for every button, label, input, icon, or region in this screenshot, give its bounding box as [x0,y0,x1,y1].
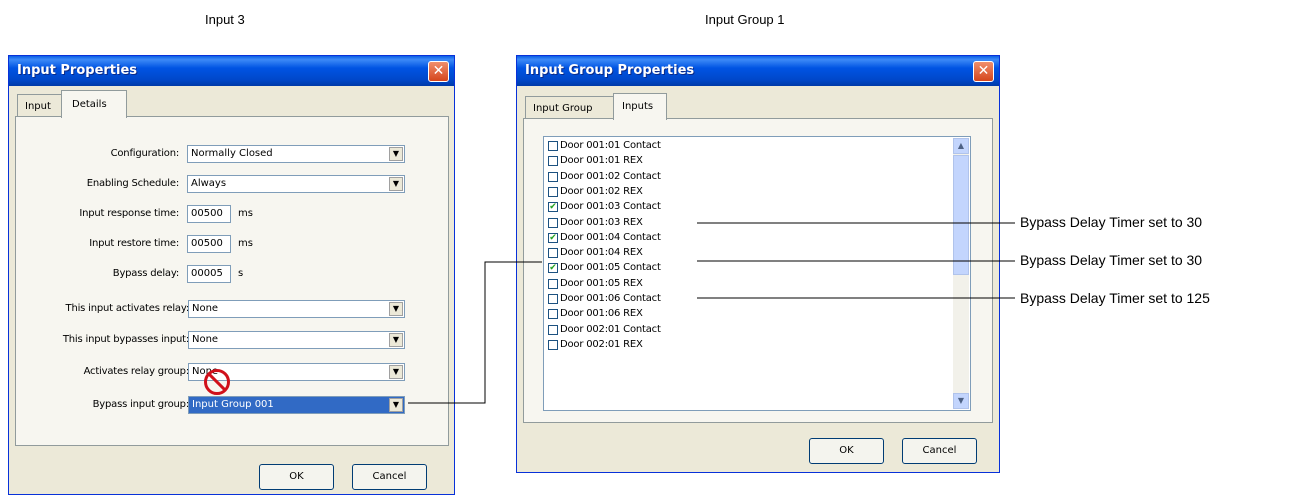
checkbox-checked-icon[interactable]: ✔ [548,232,558,243]
checkbox-icon[interactable] [548,278,558,289]
annotation-door-04: Bypass Delay Timer set to 30 [1020,252,1203,268]
list-item-label: Door 001:03 Contact [560,201,661,213]
list-item-label: Door 001:04 Contact [560,231,661,243]
list-item-label: Door 001:05 REX [560,277,643,289]
checkbox-icon[interactable] [548,309,558,320]
list-item-label: Door 001:02 REX [560,185,643,197]
chevron-down-icon[interactable]: ▼ [389,333,403,347]
configuration-label: Configuration: [110,148,180,159]
input-response-time-field[interactable]: 00500 [187,205,231,223]
bypass-delay-field[interactable]: 00005 [187,265,231,283]
ok-button[interactable]: OK [259,464,334,490]
list-item-label: Door 001:03 REX [560,216,643,228]
caption-input-group-1: Input Group 1 [705,12,785,27]
scroll-down-icon[interactable]: ▼ [953,393,969,409]
cancel-button[interactable]: Cancel [902,438,977,464]
scroll-up-icon[interactable]: ▲ [953,138,969,154]
bypass-delay-unit: s [238,268,244,279]
checkbox-checked-icon[interactable]: ✔ [548,263,558,274]
input-restore-time-label: Input restore time: [89,238,179,249]
checkbox-icon[interactable] [548,171,558,182]
ok-button[interactable]: OK [809,438,884,464]
title-bar[interactable]: Input Properties ✕ [9,56,454,86]
cancel-button[interactable]: Cancel [352,464,427,490]
checkbox-checked-icon[interactable]: ✔ [548,202,558,213]
vertical-scrollbar[interactable]: ▲ ▼ [953,138,969,409]
checkbox-icon[interactable] [548,294,558,304]
restore-time-unit: ms [238,238,253,249]
bypasses-input-label: This input bypasses input: [62,334,189,345]
enabling-schedule-label: Enabling Schedule: [86,178,179,189]
checkbox-icon[interactable] [548,324,558,335]
prohibited-icon [204,369,230,395]
activates-relay-label: This input activates relay: [65,303,190,314]
annotation-door-05: Bypass Delay Timer set to 125 [1020,290,1210,306]
activates-relay-select[interactable]: None ▼ [188,300,405,318]
checkbox-icon[interactable] [548,339,558,350]
chevron-down-icon[interactable]: ▼ [389,398,403,412]
input-restore-time-field[interactable]: 00500 [187,235,231,253]
chevron-down-icon[interactable]: ▼ [389,365,403,379]
list-item-label: Door 002:01 REX [560,338,643,350]
list-item-label: Door 001:01 Contact [560,140,661,151]
bypass-input-group-select[interactable]: Input Group 001 ▼ [188,396,405,414]
checkbox-icon[interactable] [548,217,558,228]
list-item-label: Door 001:06 REX [560,308,643,320]
list-item-label: Door 002:01 Contact [560,323,661,335]
input-response-time-label: Input response time: [79,208,179,219]
list-item-label: Door 001:01 REX [560,155,643,167]
tab-input[interactable]: Input [17,94,63,117]
close-icon[interactable]: ✕ [428,61,449,82]
checkbox-icon[interactable] [548,186,558,197]
chevron-down-icon[interactable]: ▼ [389,177,403,191]
bypass-input-group-label: Bypass input group: [92,399,190,410]
inputs-listbox[interactable]: Door 001:01 Contact Door 001:01 REX Door 0… [543,136,971,411]
tab-details[interactable]: Details [61,90,127,118]
response-time-unit: ms [238,208,253,219]
activates-relay-group-label: Activates relay group: [83,366,190,377]
enabling-schedule-select[interactable]: Always ▼ [187,175,405,193]
tab-input-group[interactable]: Input Group [525,96,615,119]
close-icon[interactable]: ✕ [973,61,994,82]
input-properties-dialog: Input Properties ✕ Input Details Configu… [8,55,455,495]
list-item-label: Door 001:06 Contact [560,293,661,304]
checkbox-icon[interactable] [548,248,558,259]
checkbox-icon[interactable] [548,141,558,151]
list-item-label: Door 001:04 REX [560,247,643,259]
tab-inputs[interactable]: Inputs [613,93,667,120]
scroll-thumb[interactable] [953,155,969,275]
list-item-label: Door 001:05 Contact [560,262,661,274]
bypasses-input-select[interactable]: None ▼ [188,331,405,349]
title-bar[interactable]: Input Group Properties ✕ [517,56,999,86]
chevron-down-icon[interactable]: ▼ [389,302,403,316]
caption-input-3: Input 3 [205,12,245,27]
dialog-title: Input Properties [17,63,138,78]
bypass-delay-label: Bypass delay: [112,268,179,279]
input-group-properties-dialog: Input Group Properties ✕ Input Group Inp… [516,55,1000,473]
checkbox-icon[interactable] [548,156,558,167]
dialog-title: Input Group Properties [525,63,695,78]
annotation-door-03: Bypass Delay Timer set to 30 [1020,214,1203,230]
chevron-down-icon[interactable]: ▼ [389,147,403,161]
list-item-label: Door 001:02 Contact [560,170,661,182]
configuration-select[interactable]: Normally Closed ▼ [187,145,405,163]
